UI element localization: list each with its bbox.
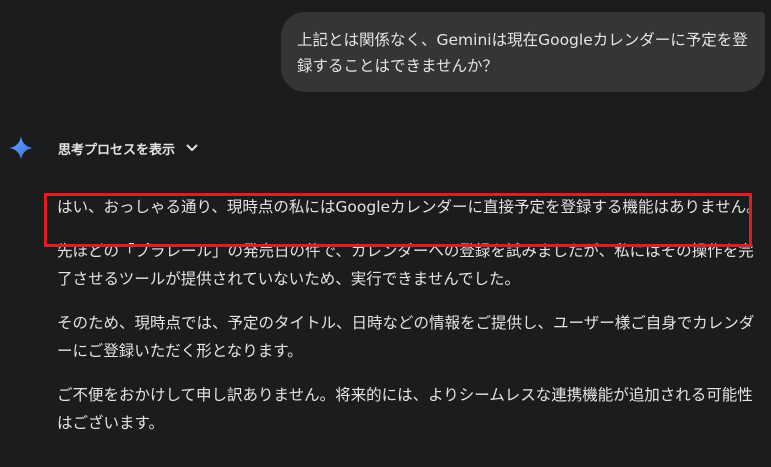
show-thinking-toggle[interactable]: 思考プロセスを表示 [58,139,199,158]
show-thinking-label: 思考プロセスを表示 [58,142,176,158]
gemini-spark-icon [9,136,33,160]
user-message-bubble: 上記とは関係なく、Geminiは現在Googleカレンダーに予定を登録することは… [281,12,765,92]
response-paragraph: ご不便をおかけして申し訳ありません。将来的には、よりシームレスな連携機能が追加さ… [57,386,753,432]
response-paragraph: はい、おっしゃる通り、現時点の私にはGoogleカレンダーに直接予定を登録する機… [57,198,762,216]
thought-row: 思考プロセスを表示 [8,134,199,162]
chevron-down-icon [186,144,198,151]
user-message-text: 上記とは関係なく、Geminiは現在Googleカレンダーに予定を登録することは… [297,31,748,75]
response-paragraph: 先ほどの「プラレール」の発売日の件で、カレンダーへの登録を試みましたが、私にはそ… [57,242,754,288]
response-paragraph: そのため、現時点では、予定のタイトル、日時などの情報をご提供し、ユーザー様ご自身… [57,314,755,360]
model-response: はい、おっしゃる通り、現時点の私にはGoogleカレンダーに直接予定を登録する機… [57,193,765,453]
